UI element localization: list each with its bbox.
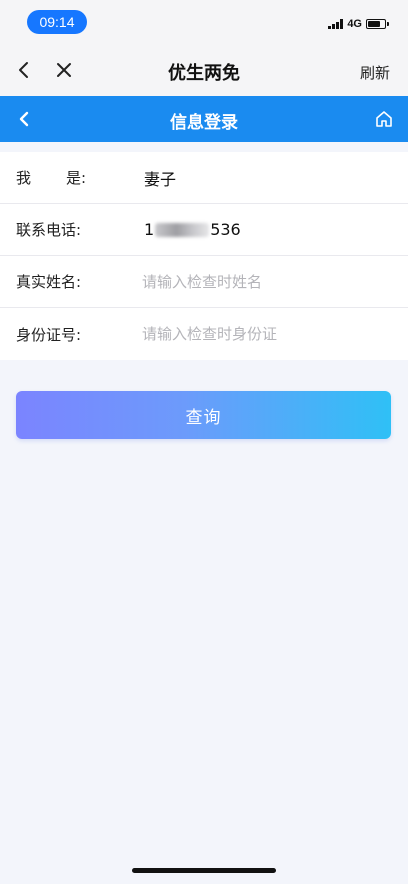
relation-value[interactable]: 妻子 (144, 166, 176, 190)
masked-digits (155, 222, 210, 237)
id-card-label: 身份证号: (16, 325, 82, 344)
name-label: 真实姓名: (16, 273, 82, 291)
id-card-input[interactable] (142, 319, 382, 349)
refresh-button[interactable]: 刷新 (360, 62, 390, 83)
status-bar: 09:14 4G (0, 0, 408, 44)
name-input[interactable] (142, 266, 382, 297)
login-form: 我 是: 妻子 联系电话: 1 536 真实姓名: 身份证号: (0, 152, 408, 360)
status-time: 09:14 (27, 10, 87, 34)
phone-value[interactable]: 1 536 (144, 220, 241, 239)
battery-icon (366, 19, 389, 29)
app-bar: 优生两免 刷新 (0, 44, 408, 96)
relation-row: 我 是: 妻子 (0, 152, 408, 204)
app-title: 优生两免 (168, 63, 240, 84)
home-icon[interactable] (372, 106, 396, 132)
page-title: 信息登录 (170, 113, 238, 133)
id-card-row: 身份证号: (0, 308, 408, 360)
status-indicators: 4G (328, 17, 389, 31)
query-button[interactable]: 查询 (16, 391, 391, 439)
phone-row: 联系电话: 1 536 (0, 204, 408, 256)
network-type: 4G (347, 18, 362, 30)
phone-label: 联系电话: (16, 221, 82, 239)
signal-icon (328, 19, 344, 29)
page-header: 信息登录 (0, 96, 408, 142)
home-indicator (132, 868, 276, 873)
name-row: 真实姓名: (0, 256, 408, 308)
relation-label: 我 是: (16, 169, 86, 187)
